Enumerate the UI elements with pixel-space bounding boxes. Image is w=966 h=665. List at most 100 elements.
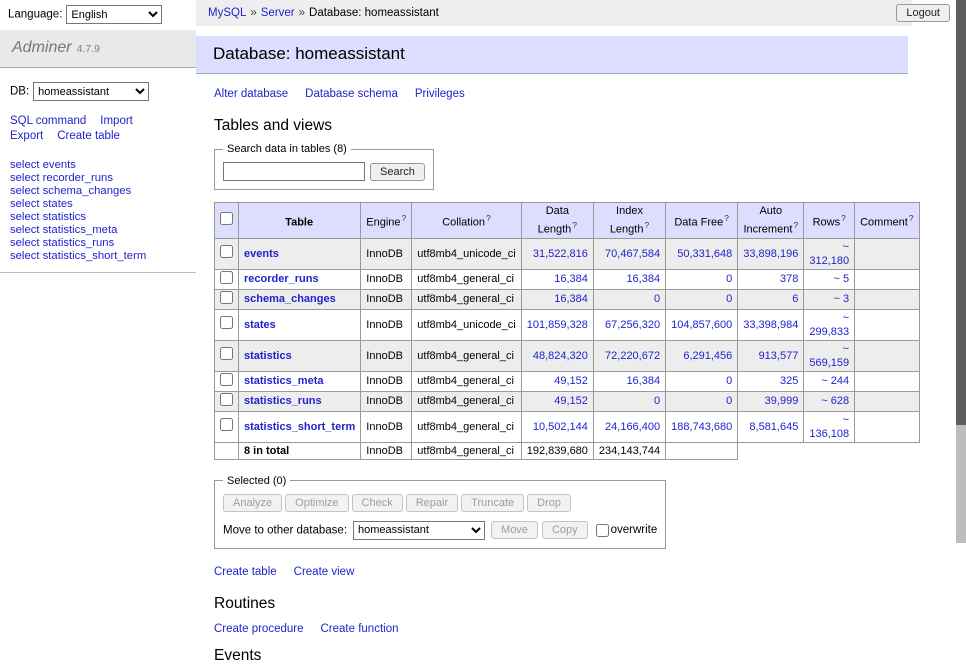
- table-row[interactable]: schema_changes InnoDB utf8mb4_general_ci…: [215, 289, 920, 309]
- index-length-link[interactable]: 0: [654, 395, 660, 407]
- column-help-link[interactable]: ?: [841, 213, 846, 223]
- sidebar-action-link[interactable]: Create table: [57, 129, 120, 144]
- row-checkbox[interactable]: [220, 393, 233, 406]
- sidebar-table-link[interactable]: select recorder_runs: [10, 172, 186, 185]
- overwrite-option[interactable]: overwrite: [596, 524, 658, 536]
- data-free-link[interactable]: 0: [726, 293, 732, 305]
- sidebar-table-link[interactable]: select statistics: [10, 211, 186, 224]
- table-row[interactable]: recorder_runs InnoDB utf8mb4_general_ci …: [215, 269, 920, 289]
- index-length-link[interactable]: 16,384: [626, 273, 660, 285]
- column-help-link[interactable]: ?: [486, 213, 491, 223]
- table-row[interactable]: statistics_meta InnoDB utf8mb4_general_c…: [215, 371, 920, 391]
- column-help-link[interactable]: ?: [724, 213, 729, 223]
- table-name-link[interactable]: statistics_short_term: [244, 421, 355, 433]
- data-free-link[interactable]: 0: [726, 375, 732, 387]
- data-length-link[interactable]: 101,859,328: [527, 319, 588, 331]
- index-length-link[interactable]: 24,166,400: [605, 421, 660, 433]
- auto-increment-link[interactable]: 913,577: [759, 350, 799, 362]
- overwrite-checkbox[interactable]: [596, 524, 609, 537]
- create-link[interactable]: Create view: [294, 566, 355, 578]
- table-row[interactable]: statistics_runs InnoDB utf8mb4_general_c…: [215, 391, 920, 411]
- auto-increment-link[interactable]: 33,898,196: [743, 248, 798, 260]
- data-length-link[interactable]: 49,152: [554, 375, 588, 387]
- rows-count-link[interactable]: ~ 244: [821, 375, 849, 387]
- logout-button[interactable]: Logout: [896, 4, 950, 22]
- column-help-link[interactable]: ?: [572, 220, 577, 230]
- auto-increment-link[interactable]: 33,398,984: [743, 319, 798, 331]
- column-help-link[interactable]: ?: [402, 213, 407, 223]
- row-checkbox[interactable]: [220, 347, 233, 360]
- routine-create-link[interactable]: Create function: [321, 623, 399, 635]
- data-free-link[interactable]: 50,331,648: [677, 248, 732, 260]
- sidebar-table-link[interactable]: select statistics_runs: [10, 237, 186, 250]
- auto-increment-link[interactable]: 8,581,645: [749, 421, 798, 433]
- row-checkbox[interactable]: [220, 418, 233, 431]
- selected-action-button[interactable]: Analyze: [223, 494, 282, 512]
- sidebar-table-link[interactable]: select schema_changes: [10, 185, 186, 198]
- vertical-scrollbar[interactable]: [956, 0, 966, 543]
- sidebar-table-link[interactable]: select states: [10, 198, 186, 211]
- rows-count-link[interactable]: ~ 136,108: [809, 414, 849, 440]
- data-free-link[interactable]: 188,743,680: [671, 421, 732, 433]
- table-name-link[interactable]: schema_changes: [244, 293, 336, 305]
- database-action-link[interactable]: Alter database: [214, 88, 288, 100]
- row-checkbox[interactable]: [220, 373, 233, 386]
- sidebar-table-link[interactable]: select statistics_meta: [10, 224, 186, 237]
- data-free-link[interactable]: 0: [726, 395, 732, 407]
- data-length-link[interactable]: 16,384: [554, 293, 588, 305]
- copy-button[interactable]: Copy: [542, 521, 588, 539]
- db-select[interactable]: homeassistant: [33, 82, 149, 101]
- scrollbar-thumb[interactable]: [956, 0, 966, 425]
- row-checkbox[interactable]: [220, 271, 233, 284]
- rows-count-link[interactable]: ~ 312,180: [809, 241, 849, 267]
- move-button[interactable]: Move: [491, 521, 538, 539]
- rows-count-link[interactable]: ~ 5: [833, 273, 849, 285]
- rows-count-link[interactable]: ~ 299,833: [809, 312, 849, 338]
- data-free-link[interactable]: 0: [726, 273, 732, 285]
- table-name-link[interactable]: events: [244, 248, 279, 260]
- database-action-link[interactable]: Privileges: [415, 88, 465, 100]
- row-checkbox[interactable]: [220, 291, 233, 304]
- index-length-link[interactable]: 70,467,584: [605, 248, 660, 260]
- table-name-link[interactable]: statistics: [244, 350, 292, 362]
- move-db-select[interactable]: homeassistant: [353, 521, 485, 540]
- data-length-link[interactable]: 10,502,144: [533, 421, 588, 433]
- auto-increment-link[interactable]: 378: [780, 273, 798, 285]
- language-select[interactable]: English: [66, 5, 162, 24]
- data-length-link[interactable]: 16,384: [554, 273, 588, 285]
- table-row[interactable]: events InnoDB utf8mb4_unicode_ci 31,522,…: [215, 238, 920, 269]
- selected-action-button[interactable]: Truncate: [461, 494, 524, 512]
- select-all-checkbox[interactable]: [220, 212, 233, 225]
- row-checkbox[interactable]: [220, 316, 233, 329]
- table-row[interactable]: statistics_short_term InnoDB utf8mb4_gen…: [215, 411, 920, 442]
- sidebar-action-link[interactable]: Export: [10, 129, 43, 144]
- row-checkbox[interactable]: [220, 245, 233, 258]
- auto-increment-link[interactable]: 325: [780, 375, 798, 387]
- auto-increment-link[interactable]: 39,999: [765, 395, 799, 407]
- table-name-link[interactable]: states: [244, 319, 276, 331]
- column-help-link[interactable]: ?: [793, 220, 798, 230]
- sidebar-action-link[interactable]: SQL command: [10, 114, 86, 129]
- routine-create-link[interactable]: Create procedure: [214, 623, 304, 635]
- sidebar-action-link[interactable]: Import: [100, 114, 133, 129]
- selected-action-button[interactable]: Repair: [406, 494, 458, 512]
- sidebar-table-link[interactable]: select statistics_short_term: [10, 250, 186, 263]
- index-length-link[interactable]: 72,220,672: [605, 350, 660, 362]
- search-button[interactable]: Search: [370, 163, 425, 181]
- index-length-link[interactable]: 16,384: [626, 375, 660, 387]
- table-name-link[interactable]: statistics_runs: [244, 395, 322, 407]
- selected-action-button[interactable]: Check: [352, 494, 403, 512]
- breadcrumb-mysql-link[interactable]: MySQL: [208, 7, 246, 19]
- sidebar-table-link[interactable]: select events: [10, 159, 186, 172]
- selected-action-button[interactable]: Drop: [527, 494, 571, 512]
- data-length-link[interactable]: 49,152: [554, 395, 588, 407]
- table-name-link[interactable]: recorder_runs: [244, 273, 319, 285]
- table-row[interactable]: statistics InnoDB utf8mb4_general_ci 48,…: [215, 340, 920, 371]
- data-free-link[interactable]: 6,291,456: [683, 350, 732, 362]
- rows-count-link[interactable]: ~ 3: [833, 293, 849, 305]
- table-name-link[interactable]: statistics_meta: [244, 375, 324, 387]
- data-free-link[interactable]: 104,857,600: [671, 319, 732, 331]
- column-help-link[interactable]: ?: [644, 220, 649, 230]
- rows-count-link[interactable]: ~ 569,159: [809, 343, 849, 369]
- column-help-link[interactable]: ?: [909, 213, 914, 223]
